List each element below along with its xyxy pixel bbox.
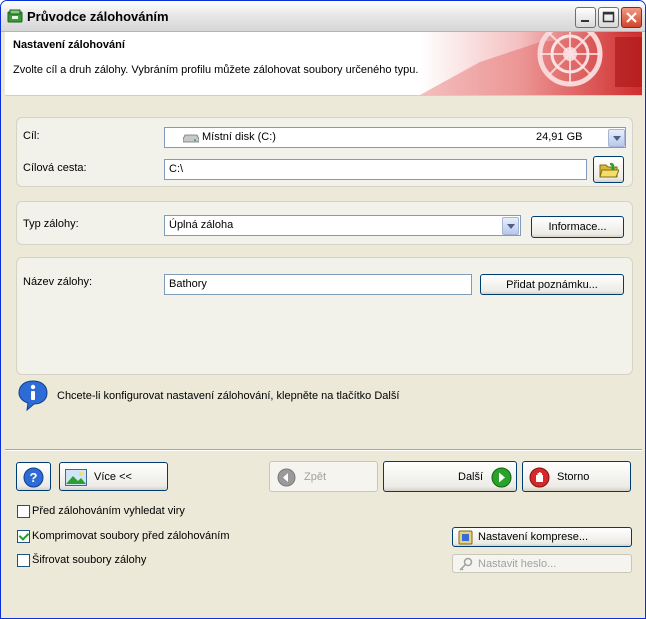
back-button-label: Zpět	[304, 471, 327, 483]
cancel-button[interactable]: Storno	[522, 461, 631, 492]
more-button[interactable]: Více <<	[59, 462, 168, 491]
next-button-label: Další	[458, 471, 484, 483]
target-drive-size: 24,91 GB	[536, 131, 583, 143]
backup-wizard-window: Průvodce zálohováním Nastavení zálohován…	[0, 0, 646, 619]
app-icon	[7, 9, 23, 23]
browse-folder-button[interactable]	[593, 156, 624, 183]
compression-settings-button[interactable]: Nastavení komprese...	[452, 527, 632, 547]
vault-door-image	[420, 32, 642, 95]
compression-settings-label: Nastavení komprese...	[478, 531, 589, 543]
separator	[5, 449, 642, 451]
cancel-button-label: Storno	[557, 471, 590, 483]
target-label: Cíl:	[23, 130, 40, 142]
chevron-down-icon[interactable]	[608, 129, 625, 147]
back-button[interactable]: Zpět	[269, 461, 378, 492]
target-path-input[interactable]: C:\	[164, 159, 587, 180]
help-button[interactable]: ?	[16, 462, 51, 491]
encrypt-label[interactable]: Šifrovat soubory zálohy	[32, 554, 146, 566]
compress-checkbox[interactable]	[17, 530, 30, 543]
backup-type-select[interactable]: Úplná záloha	[164, 215, 521, 236]
header-subtitle: Zvolte cíl a druh zálohy. Vybráním profi…	[13, 64, 419, 76]
target-drive-name: Místní disk (C:)	[202, 131, 276, 143]
target-path-label: Cílová cesta:	[23, 162, 87, 174]
target-drive-select[interactable]: Místní disk (C:) 24,91 GB	[164, 127, 626, 148]
wizard-header: Nastavení zálohování Zvolte cíl a druh z…	[5, 32, 642, 96]
virus-scan-label[interactable]: Před zálohováním vyhledat viry	[32, 505, 185, 517]
backup-name-input[interactable]: Bathory	[164, 274, 472, 295]
add-note-button[interactable]: Přidat poznámku...	[480, 274, 624, 295]
virus-scan-checkbox[interactable]	[17, 505, 30, 518]
info-message: Chcete-li konfigurovat nastavení zálohov…	[57, 390, 400, 402]
set-password-label: Nastavit heslo...	[478, 558, 557, 570]
set-password-button[interactable]: Nastavit heslo...	[452, 554, 632, 573]
next-button[interactable]: Další	[383, 461, 517, 492]
hard-drive-icon	[183, 134, 199, 143]
header-title: Nastavení zálohování	[13, 39, 125, 51]
arrow-right-icon	[491, 467, 512, 488]
key-icon	[459, 557, 473, 571]
title-bar[interactable]: Průvodce zálohováním	[1, 1, 645, 32]
backup-type-label: Typ zálohy:	[23, 218, 79, 230]
minimize-icon	[581, 20, 589, 22]
backup-name-label: Název zálohy:	[23, 276, 93, 288]
compress-icon	[458, 530, 473, 545]
close-button[interactable]	[621, 7, 642, 28]
encrypt-checkbox[interactable]	[17, 554, 30, 567]
image-icon	[65, 469, 87, 486]
folder-open-icon	[599, 162, 619, 178]
compress-label[interactable]: Komprimovat soubory před zálohováním	[32, 530, 229, 542]
arrow-left-icon	[277, 468, 296, 487]
backup-type-value: Úplná záloha	[169, 219, 234, 231]
stop-hand-icon	[529, 467, 550, 488]
info-icon	[18, 380, 48, 411]
window-title: Průvodce zálohováním	[27, 9, 169, 24]
minimize-button[interactable]	[575, 7, 596, 28]
maximize-icon	[602, 11, 615, 23]
more-button-label: Více <<	[94, 471, 132, 483]
info-button[interactable]: Informace...	[531, 216, 624, 238]
maximize-button[interactable]	[598, 7, 619, 28]
close-icon	[626, 12, 637, 23]
chevron-down-icon[interactable]	[502, 217, 519, 235]
svg-text:?: ?	[30, 470, 38, 485]
help-icon: ?	[23, 467, 44, 488]
